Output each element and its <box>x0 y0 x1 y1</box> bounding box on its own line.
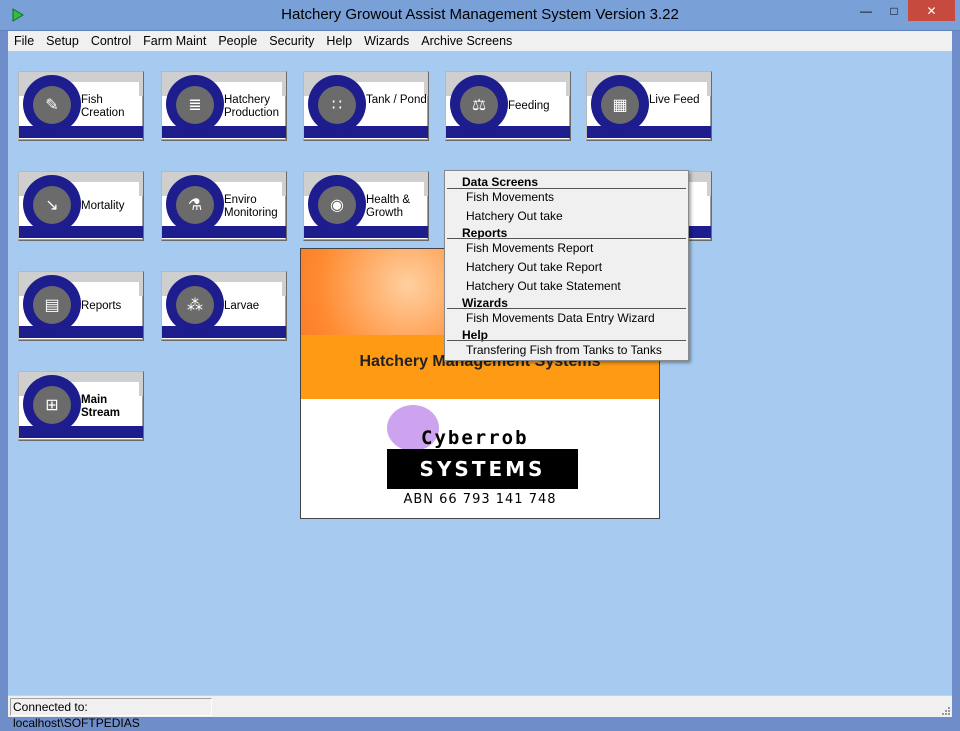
tile-label: Larvae <box>224 300 260 312</box>
menu-item-hatchery-out-take[interactable]: Hatchery Out take <box>466 209 563 223</box>
title-bar: Hatchery Growout Assist Management Syste… <box>0 0 960 31</box>
status-bar: Connected to: localhost\SOFTPEDIAS <box>8 695 952 730</box>
org-chart-icon: ⊞ <box>33 386 71 424</box>
connection-status: Connected to: localhost\SOFTPEDIAS <box>10 698 212 730</box>
tile-live-feed[interactable]: ▦ Live Feed <box>586 71 712 141</box>
tile-label: Main Stream <box>81 394 120 419</box>
resize-grip-icon[interactable] <box>940 705 950 715</box>
microscope-icon: ⚗ <box>176 186 214 224</box>
menu-bar: File Setup Control Farm Maint People Sec… <box>8 31 952 51</box>
menu-people[interactable]: People <box>212 31 263 51</box>
tile-reports[interactable]: ▤ Reports <box>18 271 144 341</box>
tile-feeding[interactable]: ⚖ Feeding <box>445 71 571 141</box>
larvae-icon: ⁂ <box>176 286 214 324</box>
maximize-button[interactable]: □ <box>880 0 908 21</box>
menu-item-fish-movements-report[interactable]: Fish Movements Report <box>466 241 593 255</box>
tile-mortality[interactable]: ↘ Mortality <box>18 171 144 241</box>
scales-icon: ⚖ <box>460 86 498 124</box>
reports-icon: ▤ <box>33 286 71 324</box>
tanks-icon: ∷ <box>318 86 356 124</box>
minimize-button[interactable]: — <box>852 0 880 21</box>
abn-number: ABN 66 793 141 748 <box>403 492 557 507</box>
tile-label: Fish Creation <box>81 94 125 119</box>
tile-label: Feeding <box>508 100 550 112</box>
tile-larvae[interactable]: ⁂ Larvae <box>161 271 287 341</box>
tile-tank-pond[interactable]: ∷ Tank / Pond <box>303 71 429 141</box>
tile-fish-creation[interactable]: ✎ Fish Creation <box>18 71 144 141</box>
fish-icon: ◉ <box>318 186 356 224</box>
window-title: Hatchery Growout Assist Management Syste… <box>281 6 679 23</box>
tile-main-stream[interactable]: ⊞ Main Stream <box>18 371 144 441</box>
menu-item-hatchery-out-take-statement[interactable]: Hatchery Out take Statement <box>466 279 621 293</box>
tile-label: Mortality <box>81 200 125 212</box>
tile-label: Enviro Monitoring <box>224 194 278 219</box>
menu-item-fish-movements-wizard[interactable]: Fish Movements Data Entry Wizard <box>466 311 655 325</box>
tile-label: Tank / Pond <box>366 94 427 106</box>
company-name: Cyberrob <box>421 427 529 449</box>
context-popup-menu: Data Screens Fish Movements Hatchery Out… <box>444 170 689 361</box>
section-divider <box>447 188 686 189</box>
menu-item-hatchery-out-take-report[interactable]: Hatchery Out take Report <box>466 260 602 274</box>
tile-label: Hatchery Production <box>224 94 279 119</box>
menu-item-transfering-fish[interactable]: Transfering Fish from Tanks to Tanks <box>466 343 662 357</box>
section-divider <box>447 340 686 341</box>
mortality-icon: ↘ <box>33 186 71 224</box>
tile-health-growth[interactable]: ◉ Health & Growth <box>303 171 429 241</box>
fish-egg-icon: ✎ <box>33 86 71 124</box>
menu-wizards[interactable]: Wizards <box>358 31 415 51</box>
section-data-screens: Data Screens <box>462 175 539 189</box>
tile-label: Live Feed <box>649 94 700 106</box>
section-divider <box>447 238 686 239</box>
menu-farm-maint[interactable]: Farm Maint <box>137 31 212 51</box>
section-divider <box>447 308 686 309</box>
menu-file[interactable]: File <box>8 31 40 51</box>
menu-archive-screens[interactable]: Archive Screens <box>415 31 518 51</box>
systems-badge: SYSTEMS <box>387 449 578 489</box>
live-feed-icon: ▦ <box>601 86 639 124</box>
close-button[interactable]: ✕ <box>908 0 955 21</box>
menu-help[interactable]: Help <box>320 31 358 51</box>
tile-label: Reports <box>81 300 122 312</box>
tile-label: Health & Growth <box>366 194 411 219</box>
menu-setup[interactable]: Setup <box>40 31 85 51</box>
menu-security[interactable]: Security <box>263 31 320 51</box>
production-icon: ≣ <box>176 86 214 124</box>
tile-enviro-monitoring[interactable]: ⚗ Enviro Monitoring <box>161 171 287 241</box>
menu-control[interactable]: Control <box>85 31 137 51</box>
menu-item-fish-movements[interactable]: Fish Movements <box>466 190 554 204</box>
tile-hatchery-production[interactable]: ≣ Hatchery Production <box>161 71 287 141</box>
